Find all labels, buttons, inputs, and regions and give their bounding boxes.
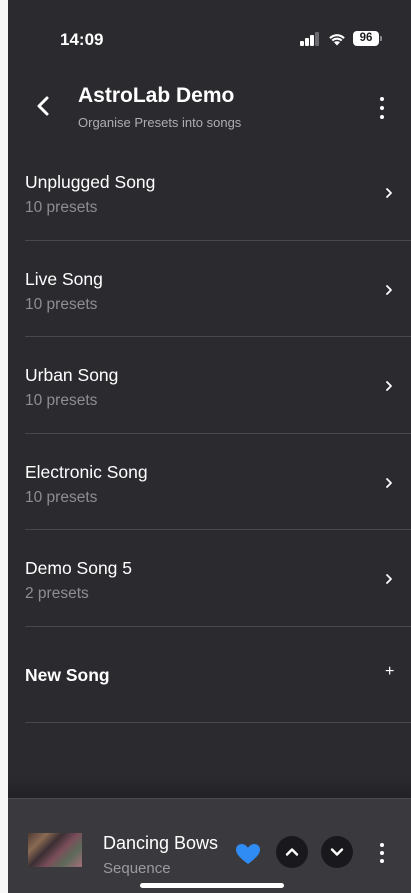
song-row-live[interactable]: Live Song 10 presets [25, 241, 411, 337]
song-row-urban[interactable]: Urban Song 10 presets [25, 337, 411, 434]
chevron-right-icon [386, 574, 392, 584]
next-preset-button[interactable] [321, 836, 353, 868]
status-time: 14:09 [60, 30, 104, 49]
battery-icon: 96 [353, 31, 382, 46]
preset-count: 10 presets [25, 295, 98, 313]
song-row-electronic[interactable]: Electronic Song 10 presets [25, 434, 411, 530]
back-chevron-icon[interactable] [32, 94, 56, 118]
page-subtitle: Organise Presets into songs [78, 115, 242, 130]
heart-icon[interactable] [235, 843, 261, 865]
app-screen: 14:09 96 AstroLab Demo Organise Presets … [8, 0, 411, 893]
new-song-label: New Song [25, 664, 110, 685]
chevron-down-icon [330, 848, 344, 856]
chevron-right-icon [386, 477, 392, 488]
song-row-unplugged[interactable]: Unplugged Song 10 presets [25, 144, 411, 241]
wifi-icon [329, 34, 345, 46]
song-name: Urban Song [25, 365, 119, 385]
chevron-right-icon [386, 381, 392, 391]
song-list: Unplugged Song 10 presets Live Song 10 p… [25, 144, 411, 723]
player-shadow [8, 775, 411, 799]
song-name: Demo Song 5 [25, 558, 133, 578]
status-bar: 14:09 96 [8, 0, 411, 74]
chevron-right-icon [386, 188, 392, 198]
home-indicator [140, 883, 284, 888]
previous-preset-button[interactable] [276, 836, 308, 868]
album-art [28, 833, 82, 867]
mini-player[interactable]: Dancing Bows Sequence [8, 798, 411, 893]
song-name: Electronic Song [25, 461, 148, 482]
plus-icon: + [385, 662, 395, 680]
track-title: Dancing Bows [103, 833, 219, 853]
chevron-right-icon [386, 284, 392, 295]
new-song-row[interactable]: New Song + [25, 627, 411, 723]
chevron-up-icon [285, 848, 299, 856]
preset-count: 10 presets [25, 392, 98, 409]
preset-count: 2 presets [25, 585, 89, 602]
more-menu-icon[interactable] [372, 95, 392, 121]
preset-count: 10 presets [25, 199, 98, 216]
song-name: Unplugged Song [25, 172, 156, 192]
page-title: AstroLab Demo [78, 84, 235, 107]
cellular-signal-icon [300, 32, 319, 46]
song-row-demo-5[interactable]: Demo Song 5 2 presets [25, 530, 411, 627]
song-name: Live Song [25, 268, 103, 289]
preset-count: 10 presets [25, 488, 98, 506]
player-more-icon[interactable] [372, 841, 392, 865]
track-subtitle: Sequence [103, 860, 171, 877]
